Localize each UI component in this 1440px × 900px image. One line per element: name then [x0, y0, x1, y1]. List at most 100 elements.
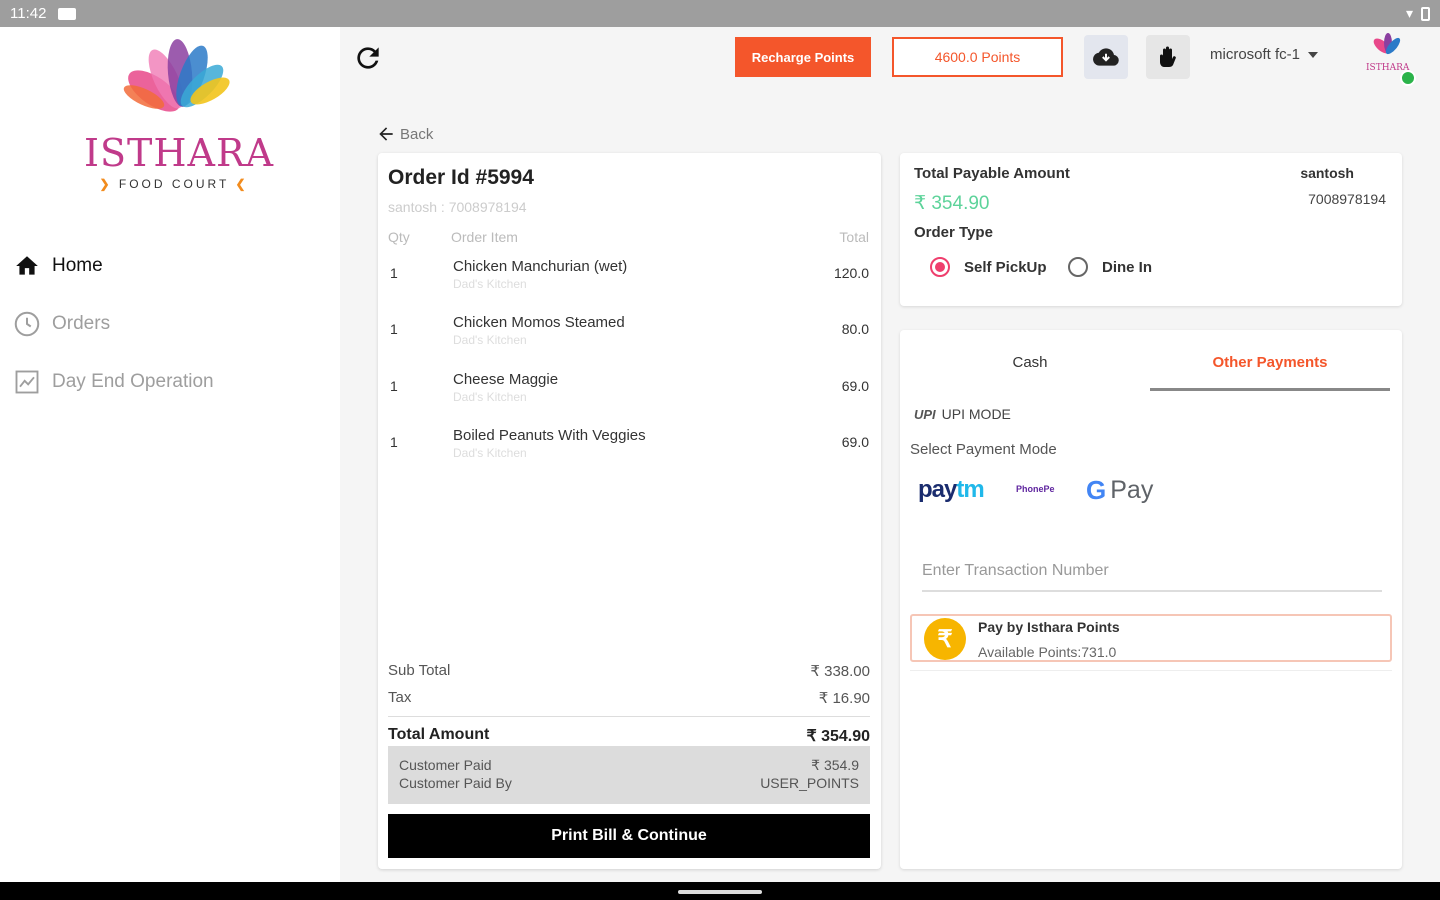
radio-checked-icon	[930, 257, 950, 277]
order-title: Order Id #5994	[388, 166, 534, 189]
item-total: 69.0	[841, 378, 869, 394]
item-name: Chicken Momos Steamed	[453, 314, 625, 331]
customer-name: santosh	[1300, 165, 1354, 181]
tab-indicator	[1150, 388, 1390, 391]
sidebar-item-orders[interactable]: Orders	[0, 295, 340, 353]
order-type-label: Order Type	[914, 224, 993, 241]
payment-methods-card: Cash Other Payments UPI UPI MODE Select …	[900, 330, 1402, 869]
radio-label: Self PickUp	[964, 258, 1047, 276]
subtotal-label: Sub Total	[388, 662, 451, 679]
gpay-label: Pay	[1110, 476, 1154, 504]
brand-tagline: ❯ FOOD COURT ❮	[99, 177, 249, 191]
points-balance-button[interactable]: 4600.0 Points	[892, 37, 1063, 77]
sidebar-item-label: Orders	[52, 313, 111, 334]
item-kitchen: Dad's Kitchen	[453, 446, 527, 460]
upi-logo-icon: UPI	[914, 406, 936, 422]
gpay-option[interactable]: G Pay	[1086, 475, 1153, 506]
sidebar-item-label: Day End Operation	[52, 371, 214, 392]
wifi-icon: ▾	[1405, 5, 1413, 21]
recharge-points-button[interactable]: Recharge Points	[735, 37, 871, 77]
phonepe-option[interactable]: PhonePe	[1016, 484, 1055, 494]
home-icon	[12, 251, 42, 281]
sidebar-nav: Home Orders Day End Operation	[0, 237, 340, 411]
pay-by-points-button[interactable]: ₹ Pay by Isthara Points Available Points…	[910, 614, 1392, 662]
status-time: 11:42	[10, 5, 47, 22]
user-dropdown[interactable]: microsoft fc-1	[1210, 46, 1319, 63]
total-label: Total Amount	[388, 726, 490, 743]
customer-paid-box: Customer Paid ₹ 354.9 Customer Paid By U…	[388, 746, 870, 804]
select-mode-label: Select Payment Mode	[910, 441, 1057, 458]
item-total: 69.0	[841, 434, 869, 450]
item-name: Cheese Maggie	[453, 371, 559, 388]
cloud-sync-button[interactable]	[1084, 35, 1128, 79]
paytm-option[interactable]: paytm	[918, 476, 985, 504]
sidebar-item-label: Home	[52, 255, 103, 276]
sidebar-item-day-end[interactable]: Day End Operation	[0, 353, 340, 411]
payable-amount: ₹ 354.90	[914, 193, 990, 214]
paid-label: Customer Paid	[399, 757, 492, 773]
payable-card: Total Payable Amount ₹ 354.90 Order Type…	[900, 153, 1402, 306]
upi-mode: UPI UPI MODE	[914, 406, 1011, 422]
status-bar: 11:42 ▾	[0, 0, 1440, 27]
item-qty: 1	[390, 321, 398, 337]
item-qty: 1	[390, 265, 398, 281]
item-total: 80.0	[841, 321, 869, 337]
battery-icon	[1421, 6, 1430, 21]
order-summary-card: Order Id #5994 santosh : 7008978194 Qty …	[378, 153, 881, 869]
lotus-icon	[123, 39, 230, 112]
arrow-left-icon	[379, 127, 393, 141]
header-item: Order Item	[451, 229, 518, 245]
subtotal-row: Sub Total ₹ 338.00	[388, 662, 870, 680]
paid-by-value: USER_POINTS	[760, 775, 859, 791]
table-row: 1 Chicken Manchurian (wet) Dad's Kitchen…	[378, 253, 881, 309]
tax-label: Tax	[388, 689, 412, 706]
sidebar-item-home[interactable]: Home	[0, 237, 340, 295]
tax-value: ₹ 16.90	[818, 690, 870, 707]
cloud-icon	[1093, 48, 1119, 66]
item-qty: 1	[390, 378, 398, 394]
table-row: 1 Boiled Peanuts With Veggies Dad's Kitc…	[378, 422, 881, 478]
back-button[interactable]: Back	[376, 124, 433, 144]
refresh-icon[interactable]	[352, 42, 384, 74]
home-gesture-handle[interactable]	[678, 890, 762, 894]
hand-stop-button[interactable]	[1146, 35, 1190, 79]
tax-row: Tax ₹ 16.90	[388, 689, 870, 707]
item-kitchen: Dad's Kitchen	[453, 333, 527, 347]
sidebar: ISTHARA ❯ FOOD COURT ❮ Home Orders Day E…	[0, 27, 340, 882]
online-status-icon	[1400, 70, 1416, 86]
item-name: Chicken Manchurian (wet)	[453, 258, 628, 275]
google-g-icon: G	[1086, 475, 1107, 505]
caret-down-icon	[1308, 51, 1319, 58]
chart-icon	[12, 367, 42, 397]
isthara-logo: ISTHARA ❯ FOOD COURT ❮	[84, 31, 275, 201]
total-value: ₹ 354.90	[806, 728, 870, 745]
system-nav-bar	[0, 882, 1440, 900]
notification-icon	[58, 7, 77, 20]
customer-phone: 7008978194	[1308, 191, 1386, 207]
item-kitchen: Dad's Kitchen	[453, 277, 527, 291]
rupee-coin-icon: ₹	[924, 618, 966, 660]
subtotal-value: ₹ 338.00	[810, 663, 870, 680]
radio-self-pickup[interactable]: Self PickUp	[930, 257, 1047, 277]
divider	[910, 670, 1392, 671]
tab-other-payments[interactable]: Other Payments	[1150, 354, 1390, 371]
payable-label: Total Payable Amount	[914, 165, 1070, 182]
hand-icon	[1160, 46, 1176, 67]
print-bill-button[interactable]: Print Bill & Continue	[388, 814, 870, 858]
user-name: microsoft fc-1	[1210, 46, 1301, 63]
radio-dine-in[interactable]: Dine In	[1068, 257, 1152, 277]
total-row: Total Amount ₹ 354.90	[388, 726, 870, 746]
brand-name: ISTHARA	[84, 131, 275, 175]
item-total: 120.0	[833, 265, 869, 281]
item-qty: 1	[390, 434, 398, 450]
back-label: Back	[400, 125, 434, 143]
radio-unchecked-icon	[1068, 257, 1088, 277]
avatar[interactable]: ISTHARA	[1362, 30, 1416, 86]
tab-cash[interactable]: Cash	[910, 354, 1150, 371]
radio-label: Dine In	[1102, 258, 1153, 276]
table-row: 1 Cheese Maggie Dad's Kitchen 69.0	[378, 366, 881, 422]
transaction-number-input[interactable]	[922, 552, 1382, 592]
divider	[388, 716, 870, 717]
points-pay-title: Pay by Isthara Points	[978, 619, 1120, 635]
item-name: Boiled Peanuts With Veggies	[453, 427, 646, 444]
